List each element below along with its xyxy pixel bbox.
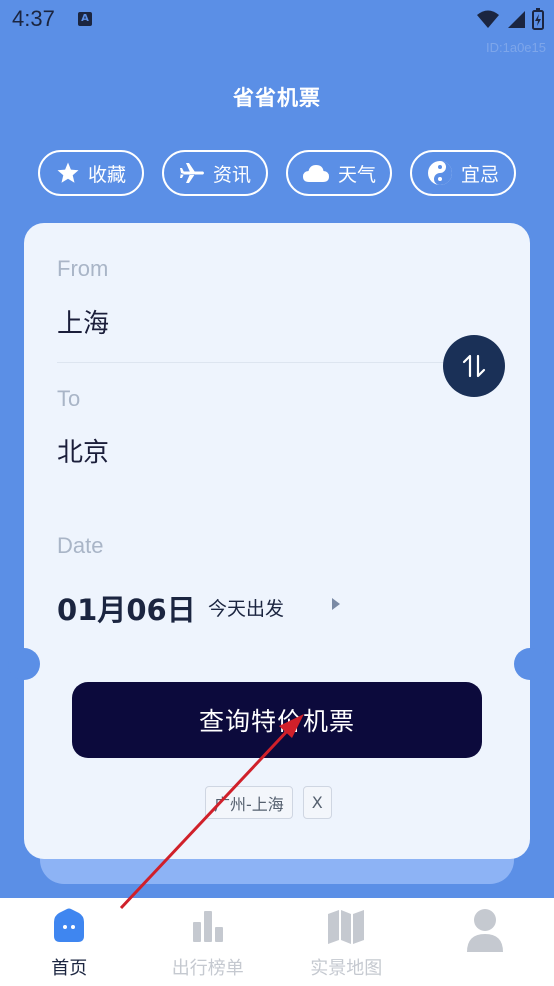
bar-chart-icon bbox=[192, 911, 223, 942]
history-item[interactable]: 广州-上海 bbox=[205, 786, 293, 819]
watermark: ID:1a0e15 bbox=[486, 40, 546, 55]
battery-icon bbox=[532, 8, 544, 30]
plane-icon bbox=[179, 163, 204, 183]
status-icons bbox=[476, 8, 544, 30]
quick-links: 收藏 资讯 天气 宜忌 bbox=[38, 150, 516, 196]
status-bar: 4:37 A bbox=[0, 0, 554, 40]
tab-live-map[interactable]: 实景地图 bbox=[277, 898, 416, 986]
swap-cities-button[interactable] bbox=[443, 335, 505, 397]
tab-home[interactable]: 首页 bbox=[0, 898, 139, 986]
auspicious-chip[interactable]: 宜忌 bbox=[410, 150, 516, 196]
tab-home-label: 首页 bbox=[51, 958, 88, 979]
date-label: Date bbox=[57, 533, 104, 558]
yin-yang-icon bbox=[427, 161, 452, 185]
tab-travel-ranking-label: 出行榜单 bbox=[171, 958, 244, 979]
to-city[interactable]: 北京 bbox=[57, 432, 109, 469]
home-icon bbox=[54, 908, 85, 942]
star-icon bbox=[57, 162, 79, 183]
weather-label: 天气 bbox=[337, 163, 376, 186]
chevron-right-icon[interactable] bbox=[332, 598, 340, 610]
date-note[interactable]: 今天出发 bbox=[208, 594, 284, 621]
map-icon bbox=[328, 910, 365, 944]
notification-badge: A bbox=[78, 12, 92, 26]
ticket-notch-left bbox=[8, 648, 40, 680]
search-history: 广州-上海 X bbox=[205, 786, 332, 819]
tab-profile[interactable] bbox=[416, 898, 554, 986]
favorites-label: 收藏 bbox=[87, 163, 126, 186]
favorites-chip[interactable]: 收藏 bbox=[38, 150, 144, 196]
status-time: 4:37 bbox=[12, 6, 55, 31]
tab-live-map-label: 实景地图 bbox=[310, 958, 383, 979]
news-label: 资讯 bbox=[212, 163, 251, 186]
auspicious-label: 宜忌 bbox=[460, 163, 499, 186]
ticket-notch-right bbox=[514, 648, 546, 680]
wifi-icon bbox=[477, 10, 499, 28]
news-chip[interactable]: 资讯 bbox=[162, 150, 268, 196]
tab-travel-ranking[interactable]: 出行榜单 bbox=[139, 898, 278, 986]
weather-chip[interactable]: 天气 bbox=[286, 150, 392, 196]
from-label: From bbox=[57, 256, 109, 281]
date-value[interactable]: 01月06日 bbox=[57, 587, 196, 629]
divider bbox=[57, 362, 457, 363]
page-title: 省省机票 bbox=[233, 86, 321, 110]
signal-icon bbox=[508, 11, 525, 28]
from-city[interactable]: 上海 bbox=[57, 303, 109, 340]
user-icon bbox=[466, 909, 503, 952]
swap-icon bbox=[462, 354, 486, 378]
cloud-icon bbox=[302, 165, 329, 182]
clear-history-button[interactable]: X bbox=[302, 786, 332, 819]
search-flights-button[interactable]: 查询特价机票 bbox=[72, 682, 482, 758]
bottom-tab-bar: 首页 出行榜单 实景地图 bbox=[0, 898, 554, 986]
to-label: To bbox=[57, 386, 81, 411]
